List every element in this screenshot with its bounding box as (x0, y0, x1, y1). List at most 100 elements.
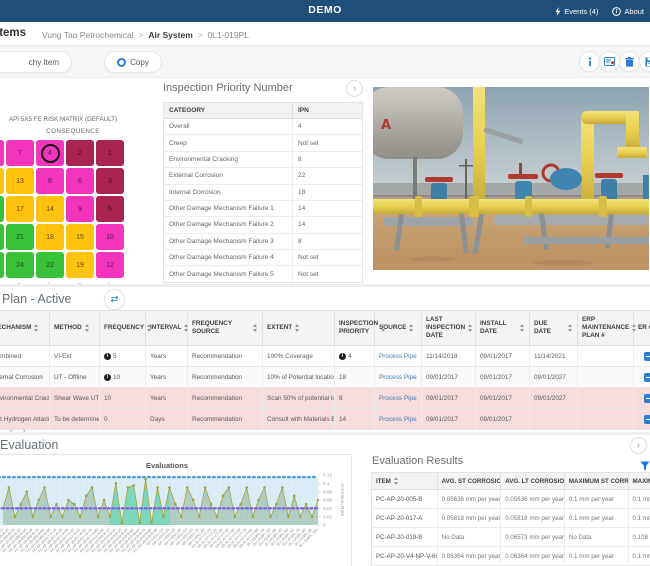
hierarchy-item-button[interactable]: chy Item (0, 51, 72, 73)
sort-icon (632, 324, 637, 332)
save-button[interactable] (639, 51, 650, 72)
results-header-3[interactable]: MAXIMUM ST CORR... (565, 473, 629, 489)
plan-cell-source[interactable]: Process Pipe (375, 409, 422, 429)
ipn-header-category[interactable]: CATEGORY (164, 103, 292, 118)
risk-matrix-cell[interactable]: 8 (36, 168, 64, 194)
plan-header-label: FREQUENCY SOURCE (192, 320, 250, 336)
risk-matrix-cell[interactable]: 20 (0, 196, 4, 222)
risk-matrix-cell[interactable]: 7 (6, 140, 34, 166)
plan-header-mechanism[interactable]: MECHANISM (0, 311, 50, 345)
plan-header-last-inspection-date[interactable]: LAST INSPECTION DATE (422, 311, 476, 345)
results-table-row: PC-AP-20-017-A0.05818 mm per year0.05818… (372, 509, 650, 528)
risk-matrix-cell[interactable]: 13 (6, 168, 34, 194)
risk-matrix-cell[interactable]: 3 (96, 168, 124, 194)
risk-matrix-cell[interactable]: 11 (0, 140, 4, 166)
plan-header-interval[interactable]: INTERVAL (146, 311, 188, 345)
results-header-4[interactable]: MAXIMUM (629, 473, 650, 489)
results-cell: No Data (565, 528, 629, 546)
corrosion-point (61, 515, 64, 518)
plan-cell-source[interactable]: Process Pipe (375, 367, 422, 387)
risk-matrix-cell[interactable]: 1 (96, 140, 124, 166)
ipn-category-cell: Overall (164, 119, 292, 134)
risk-matrix-cell[interactable]: 6 (66, 168, 94, 194)
corrosion-point (257, 499, 260, 502)
corrosion-point (192, 499, 195, 502)
plan-header-install-date[interactable]: INSTALL DATE (476, 311, 530, 345)
breadcrumb-item[interactable]: 0L1-019PL (207, 30, 249, 40)
ipn-category-cell: Internal Corrosion (164, 185, 292, 200)
risk-matrix-cell[interactable]: 25 (0, 252, 4, 278)
reference-documents-button[interactable] (599, 51, 620, 72)
plan-cell-erp (578, 409, 634, 429)
plan-cell-icon (634, 388, 650, 408)
plan-header-inspection-priority[interactable]: INSPECTION PRIORITY (335, 311, 375, 345)
risk-matrix-cell[interactable]: 9 (66, 196, 94, 222)
plan-cell-source[interactable]: Process Pipe (375, 388, 422, 408)
plan-cell-source[interactable]: Process Pipe (375, 346, 422, 366)
delete-button[interactable] (619, 51, 640, 72)
plan-frequency-value: 0 (104, 416, 108, 423)
results-header-1[interactable]: AVG. ST CORROSION... (438, 473, 502, 489)
about-button[interactable]: About (612, 7, 644, 16)
sort-icon (381, 324, 386, 332)
risk-matrix-cell[interactable]: 5 (96, 196, 124, 222)
plan-cell-interval: Years (146, 367, 188, 387)
info-button[interactable] (579, 51, 600, 72)
risk-matrix-cell[interactable]: 17 (6, 196, 34, 222)
ipn-expand-button[interactable]: › (346, 80, 363, 97)
plan-toggle-button[interactable]: ⇄ (104, 289, 125, 310)
plan-section-title: Plan - Active (2, 292, 71, 306)
plan-priority-value: 14 (339, 416, 346, 423)
erp-plan-icon[interactable] (644, 352, 650, 361)
ipn-table-row: Internal Corrosion18 (164, 185, 362, 201)
results-cell: 0.06364 mm per year (438, 547, 502, 565)
risk-matrix-cell[interactable]: 23 (0, 224, 4, 250)
erp-plan-icon[interactable] (644, 373, 650, 382)
corrosion-point (121, 522, 124, 525)
plan-header-erp-maintenance-plan-[interactable]: ERP MAINTENANCE PLAN # (578, 311, 634, 345)
risk-matrix-title: API 5X5 FE RISK MATRIX (DEFAULT) (0, 116, 138, 123)
results-expand-button[interactable]: › (630, 437, 647, 454)
plan-header-label: FREQUENCY (104, 324, 144, 332)
pipeline-photo-illustration: A (373, 87, 649, 270)
plan-cell-priority: i4 (335, 346, 375, 366)
corrosion-point (198, 515, 201, 518)
events-button[interactable]: Events (4) (555, 7, 598, 16)
lightning-icon (555, 7, 561, 16)
erp-plan-icon[interactable] (644, 394, 650, 403)
plan-header-extent[interactable]: EXTENT (263, 311, 335, 345)
risk-matrix-cell[interactable]: 15 (66, 224, 94, 250)
risk-matrix-cell[interactable]: 10 (96, 224, 124, 250)
topbar-right: Events (4) About (555, 0, 644, 22)
breadcrumb-item[interactable]: Air System (148, 30, 192, 40)
save-icon (645, 57, 650, 67)
risk-matrix-cell[interactable]: 18 (36, 224, 64, 250)
copy-button[interactable]: Copy (104, 51, 162, 73)
risk-matrix-cell[interactable]: 4 (36, 140, 64, 166)
plan-header-label: EXTENT (267, 324, 292, 332)
risk-matrix-cell[interactable]: 16 (0, 168, 4, 194)
plan-header-frequency-source[interactable]: FREQUENCY SOURCE (188, 311, 263, 345)
y-tick-label: 0.04 (323, 506, 332, 511)
selected-risk-ring (41, 144, 60, 163)
plan-header-frequency[interactable]: FREQUENCY (100, 311, 146, 345)
corrosion-point (25, 490, 28, 493)
results-cell: PC-AP-20-V4-NP-V-6011 (372, 547, 438, 565)
ipn-value-cell: 4 (292, 119, 362, 134)
risk-matrix-cell[interactable]: 21 (6, 224, 34, 250)
corrosion-point (73, 503, 76, 506)
results-header-2[interactable]: AVG. LT CORROSION... (501, 473, 565, 489)
ipn-card-title: Inspection Priority Number (163, 82, 293, 94)
results-header-0[interactable]: ITEM (372, 473, 438, 489)
ipn-category-cell: Other Damage Mechanism Failure 3 (164, 234, 292, 249)
risk-matrix-cell[interactable]: 14 (36, 196, 64, 222)
breadcrumb-item[interactable]: Vung Tao Petrochemical (42, 30, 134, 40)
plan-header-due-date[interactable]: DUE DATE (530, 311, 578, 345)
ipn-header-ipn[interactable]: IPN (292, 103, 362, 118)
erp-plan-icon[interactable] (644, 415, 650, 424)
plan-header-method[interactable]: METHOD (50, 311, 100, 345)
plan-header-label: INTERVAL (150, 324, 181, 332)
risk-matrix-cell[interactable]: 2 (66, 140, 94, 166)
results-cell: 0.05636 mm per year (501, 490, 565, 508)
plan-header-label: INSPECTION PRIORITY (339, 320, 378, 336)
